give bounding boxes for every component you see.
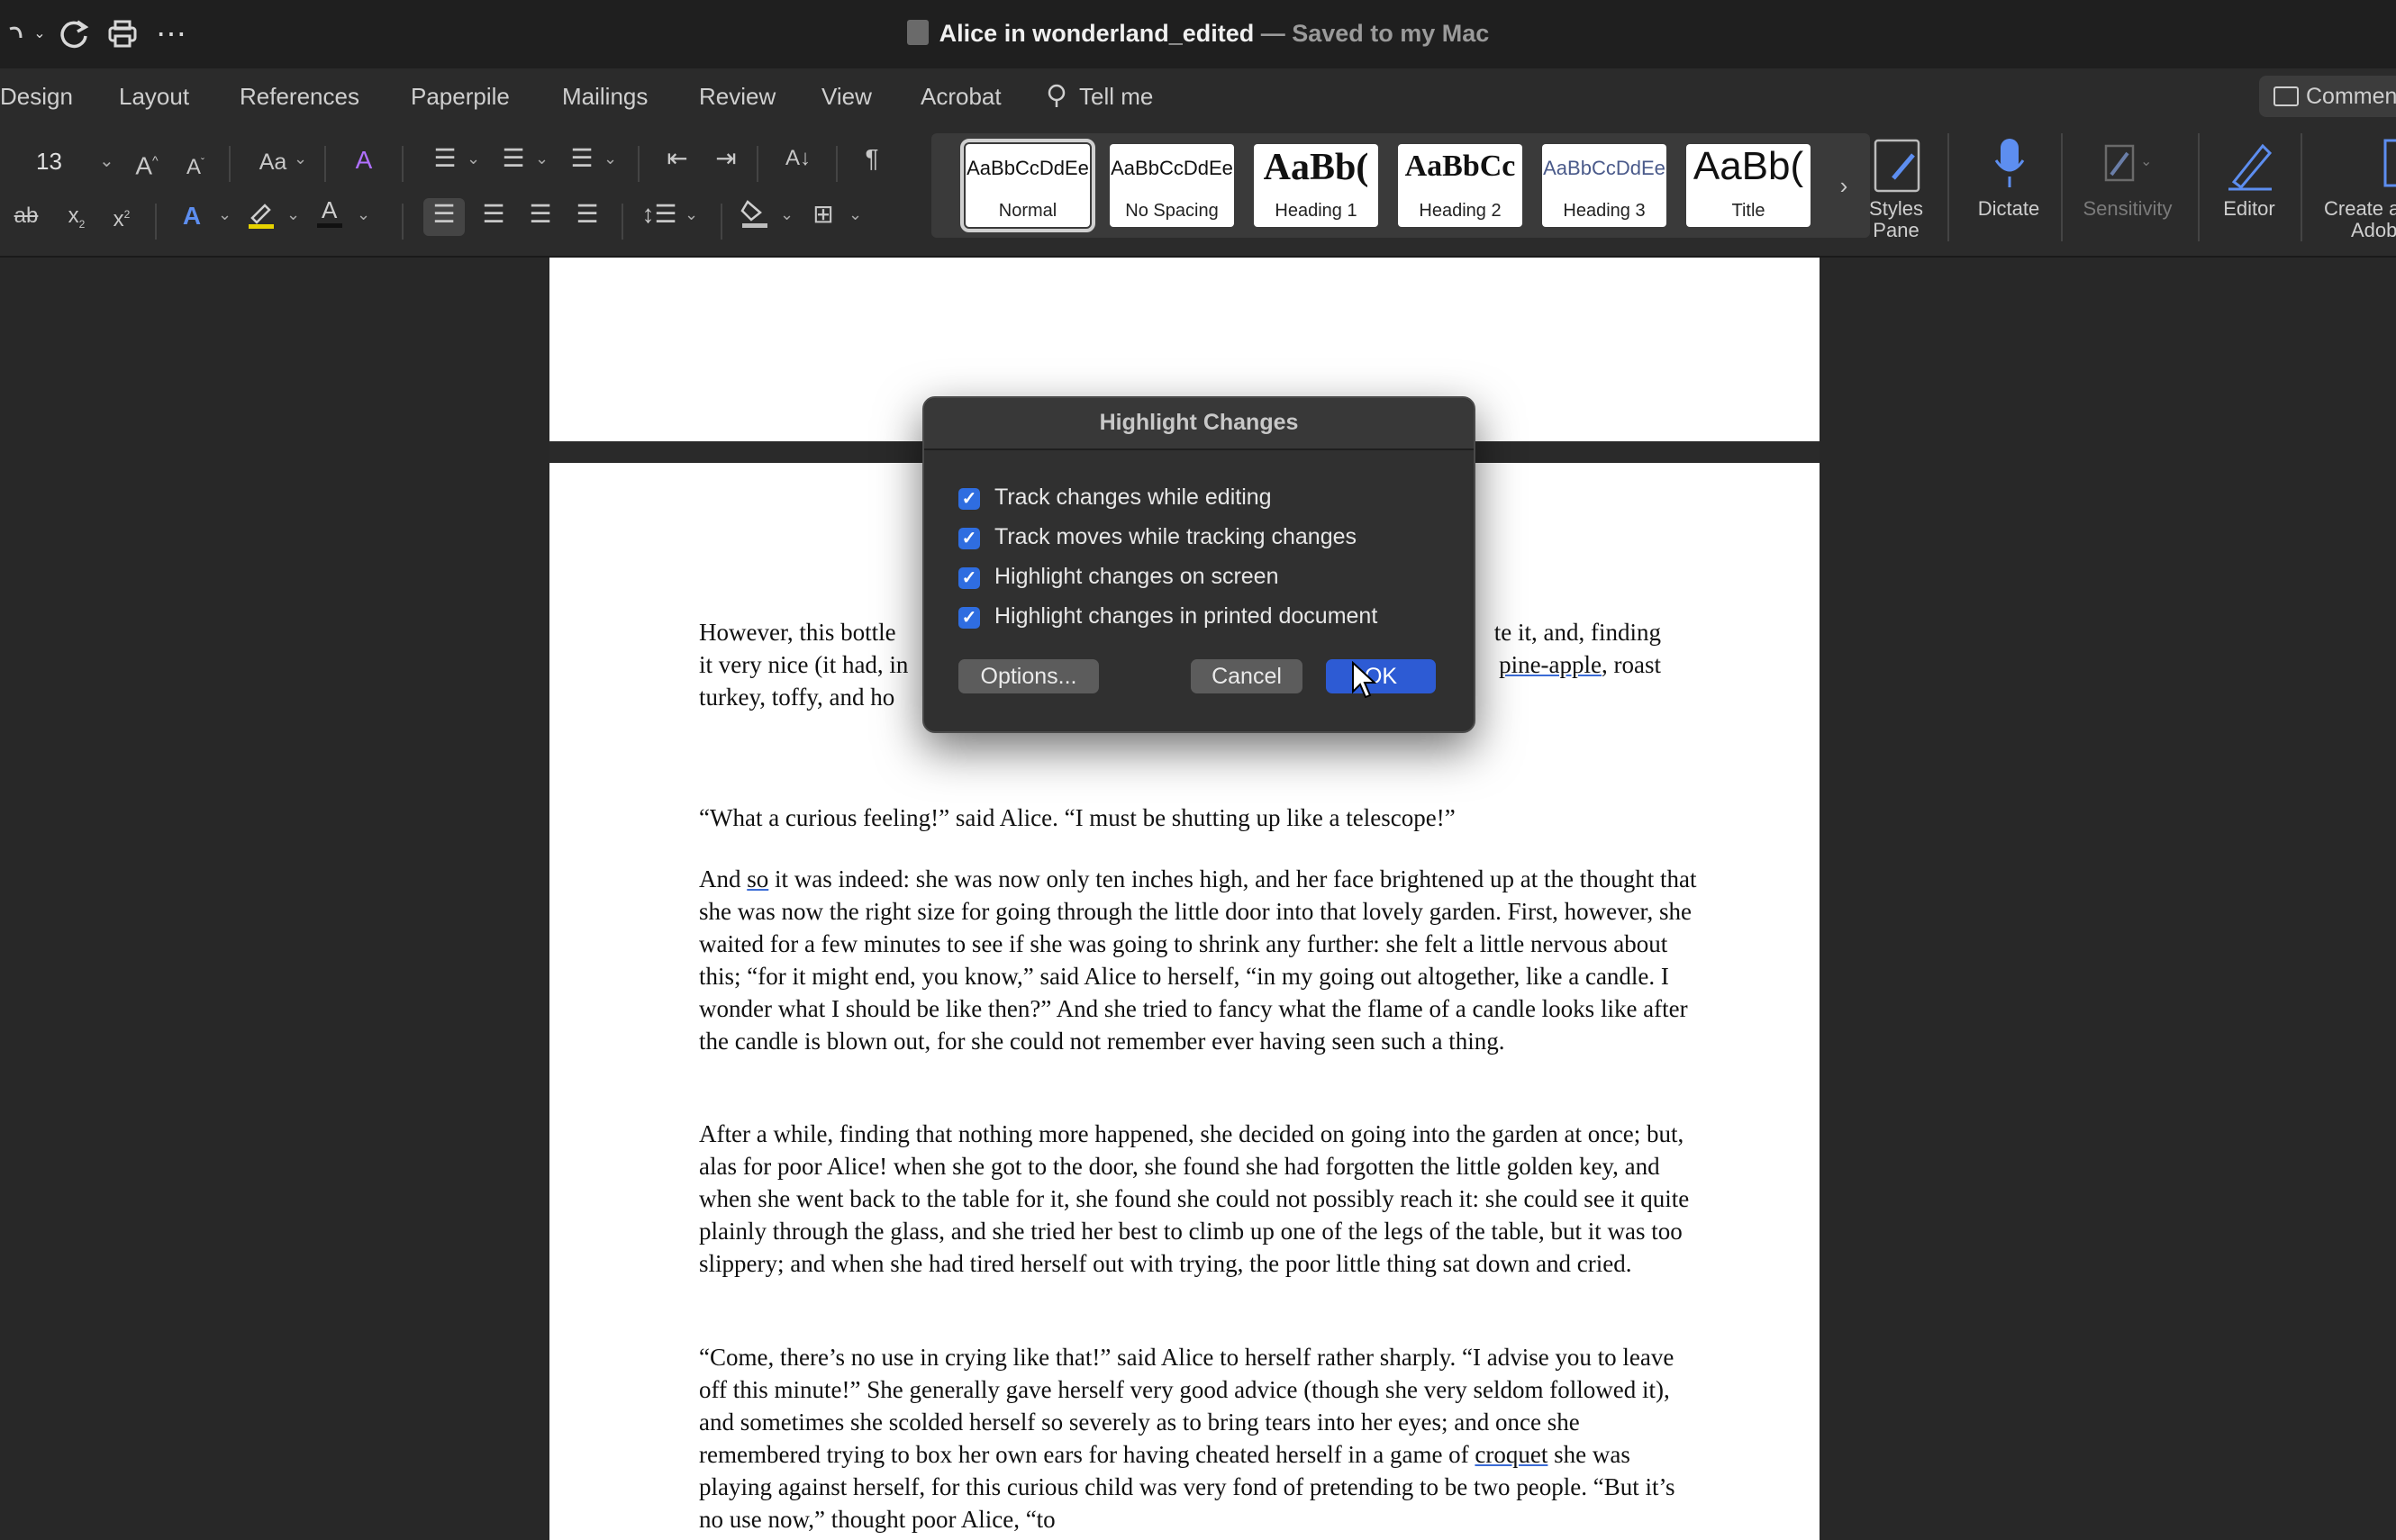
chevron-right-icon[interactable]: › bbox=[1830, 169, 1857, 202]
ribbon-tabs: Design Layout References Paperpile Maili… bbox=[0, 68, 2396, 130]
font-size-select[interactable]: 13 ⌄ bbox=[13, 144, 114, 180]
style-normal[interactable]: AaBbCcDdEe Normal bbox=[960, 139, 1095, 232]
checkbox-track-moves[interactable]: ✓ bbox=[958, 528, 980, 549]
dialog-titlebar: Highlight Changes bbox=[924, 398, 1474, 450]
shading-icon[interactable] bbox=[737, 196, 773, 239]
document-icon bbox=[906, 20, 929, 45]
style-heading-1[interactable]: AaBb( Heading 1 bbox=[1254, 144, 1378, 227]
tab-mailings[interactable]: Mailings bbox=[562, 83, 648, 111]
align-right-icon[interactable]: ☰ bbox=[522, 198, 558, 231]
comment-icon bbox=[2273, 86, 2299, 106]
increase-indent-icon[interactable]: ⇥ bbox=[708, 142, 744, 175]
chevron-down-icon[interactable]: ⌄ bbox=[535, 149, 549, 168]
align-center-icon[interactable]: ☰ bbox=[476, 198, 512, 231]
grow-font-icon[interactable]: A^ bbox=[132, 144, 162, 182]
save-status: — Saved to my Mac bbox=[1254, 20, 1490, 47]
checkbox-track-changes[interactable]: ✓ bbox=[958, 488, 980, 510]
styles-pane-label: Styles Pane bbox=[1869, 197, 1923, 241]
decrease-indent-icon[interactable]: ⇤ bbox=[659, 142, 695, 175]
borders-icon[interactable]: ⊞ bbox=[805, 198, 841, 231]
svg-text:A: A bbox=[322, 196, 338, 223]
editor-button[interactable]: Editor bbox=[2207, 130, 2292, 247]
styles-gallery: AaBbCcDdEe Normal AaBbCcDdEe No Spacing … bbox=[931, 133, 1870, 238]
chevron-down-icon[interactable]: ⌄ bbox=[357, 205, 370, 224]
tab-paperpile[interactable]: Paperpile bbox=[411, 83, 510, 111]
strikethrough-icon[interactable]: ab bbox=[9, 200, 43, 232]
tab-tell-me[interactable]: Tell me bbox=[1079, 83, 1153, 111]
chevron-down-icon[interactable]: ⌄ bbox=[467, 149, 480, 168]
paragraph-3: And so it was indeed: she was now only t… bbox=[699, 865, 1697, 1055]
paragraph-5: “Come, there’s no use in crying like tha… bbox=[699, 1344, 1675, 1533]
checkbox-highlight-printed[interactable]: ✓ bbox=[958, 607, 980, 629]
pilcrow-icon[interactable]: ¶ bbox=[856, 142, 888, 175]
bullets-icon[interactable]: ☰ bbox=[427, 142, 463, 175]
clear-formatting-icon[interactable]: A bbox=[346, 144, 382, 177]
multilevel-list-icon[interactable]: ☰ bbox=[564, 142, 600, 175]
line-spacing-icon[interactable]: ↕☰ bbox=[641, 198, 677, 231]
chevron-down-icon[interactable]: ⌄ bbox=[849, 205, 862, 224]
sensitivity-button[interactable]: ⌄ Sensitivity bbox=[2074, 130, 2182, 247]
lightbulb-icon bbox=[1043, 83, 1070, 116]
paragraph-2: “What a curious feeling!” said Alice. “I… bbox=[699, 804, 1456, 831]
create-adobe-pdf-button[interactable]: Create a Adob bbox=[2315, 130, 2396, 247]
chevron-down-icon[interactable]: ⌄ bbox=[604, 149, 617, 168]
svg-text:⌄: ⌄ bbox=[2140, 154, 2152, 169]
style-heading-3[interactable]: AaBbCcDdEe Heading 3 bbox=[1542, 144, 1666, 227]
numbering-icon[interactable]: ☰ bbox=[495, 142, 531, 175]
tab-design[interactable]: Design bbox=[0, 83, 73, 111]
dictate-button[interactable]: Dictate bbox=[1964, 130, 2054, 247]
paragraph-4: After a while, finding that nothing more… bbox=[699, 1120, 1690, 1277]
font-color-icon[interactable]: A bbox=[313, 196, 346, 239]
tab-layout[interactable]: Layout bbox=[119, 83, 189, 111]
style-no-spacing[interactable]: AaBbCcDdEe No Spacing bbox=[1110, 144, 1234, 227]
comments-button[interactable]: Commen bbox=[2259, 76, 2396, 117]
cancel-button[interactable]: Cancel bbox=[1191, 659, 1302, 693]
chevron-down-icon[interactable]: ⌄ bbox=[218, 205, 231, 224]
subscript-icon[interactable]: x2 bbox=[63, 200, 90, 240]
home-toolbar: 13 ⌄ A^ Aˇ Aa ⌄ A ☰ ⌄ ☰ ⌄ ☰ ⌄ ⇤ ⇥ A↓ ¶ a… bbox=[0, 130, 2396, 258]
ok-button[interactable]: OK bbox=[1326, 659, 1436, 693]
align-left-icon[interactable]: ☰ bbox=[423, 198, 465, 236]
style-title[interactable]: AaBb( Title bbox=[1686, 144, 1811, 227]
styles-pane-button[interactable]: Styles Pane bbox=[1863, 130, 1929, 247]
checkbox-highlight-screen[interactable]: ✓ bbox=[958, 567, 980, 589]
highlight-changes-dialog: Highlight Changes ✓ Track changes while … bbox=[922, 396, 1475, 733]
chevron-down-icon[interactable]: ⌄ bbox=[294, 149, 307, 168]
shrink-font-icon[interactable]: Aˇ bbox=[180, 146, 211, 184]
tab-references[interactable]: References bbox=[240, 83, 359, 111]
window-title: Alice in wonderland_edited — Saved to my… bbox=[0, 20, 2396, 48]
options-button[interactable]: Options... bbox=[958, 659, 1099, 693]
document-name: Alice in wonderland_edited bbox=[939, 20, 1255, 47]
tab-review[interactable]: Review bbox=[699, 83, 776, 111]
title-bar: ⌄ ⋯ Alice in wonderland_edited — Saved t… bbox=[0, 0, 2396, 68]
sort-icon[interactable]: A↓ bbox=[778, 142, 818, 175]
change-case-icon[interactable]: Aa bbox=[252, 146, 294, 178]
chevron-down-icon[interactable]: ⌄ bbox=[780, 205, 794, 224]
tab-view[interactable]: View bbox=[821, 83, 872, 111]
superscript-icon[interactable]: x2 bbox=[108, 198, 135, 236]
chevron-down-icon[interactable]: ⌄ bbox=[286, 205, 300, 224]
highlight-icon[interactable] bbox=[245, 198, 277, 239]
style-heading-2[interactable]: AaBbCc Heading 2 bbox=[1398, 144, 1522, 227]
tab-acrobat[interactable]: Acrobat bbox=[921, 83, 1002, 111]
text-effects-icon[interactable]: A bbox=[177, 200, 207, 232]
justify-icon[interactable]: ☰ bbox=[569, 198, 605, 231]
dialog-title: Highlight Changes bbox=[1099, 410, 1299, 435]
chevron-down-icon: ⌄ bbox=[99, 151, 114, 171]
chevron-down-icon[interactable]: ⌄ bbox=[685, 205, 698, 224]
